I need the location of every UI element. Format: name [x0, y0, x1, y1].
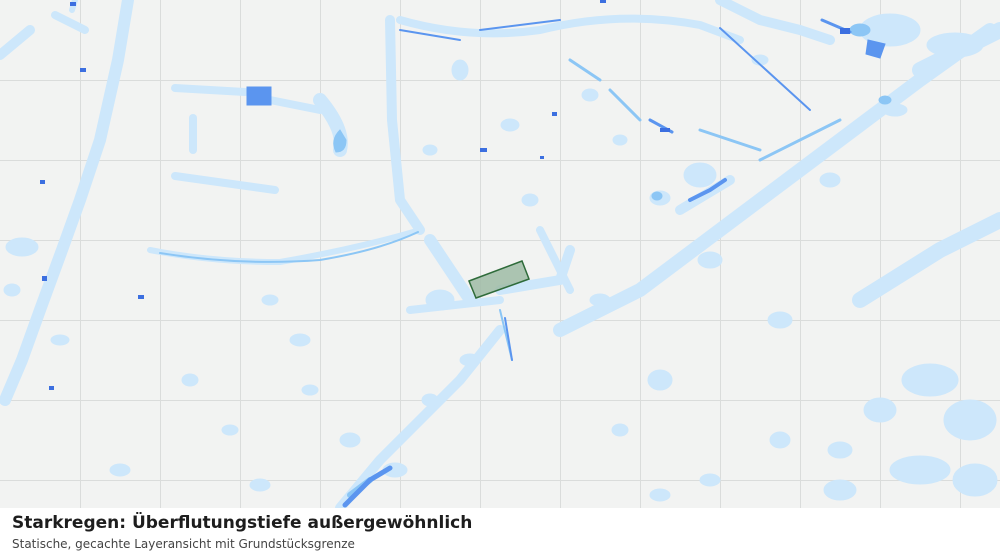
- flood-depth-map: [0, 0, 1000, 508]
- layer-subtitle: Statische, gecachte Layeransicht mit Gru…: [12, 537, 355, 551]
- layer-title: Starkregen: Überflutungstiefe außergewöh…: [12, 513, 473, 533]
- map-caption: Starkregen: Überflutungstiefe außergewöh…: [0, 508, 1000, 560]
